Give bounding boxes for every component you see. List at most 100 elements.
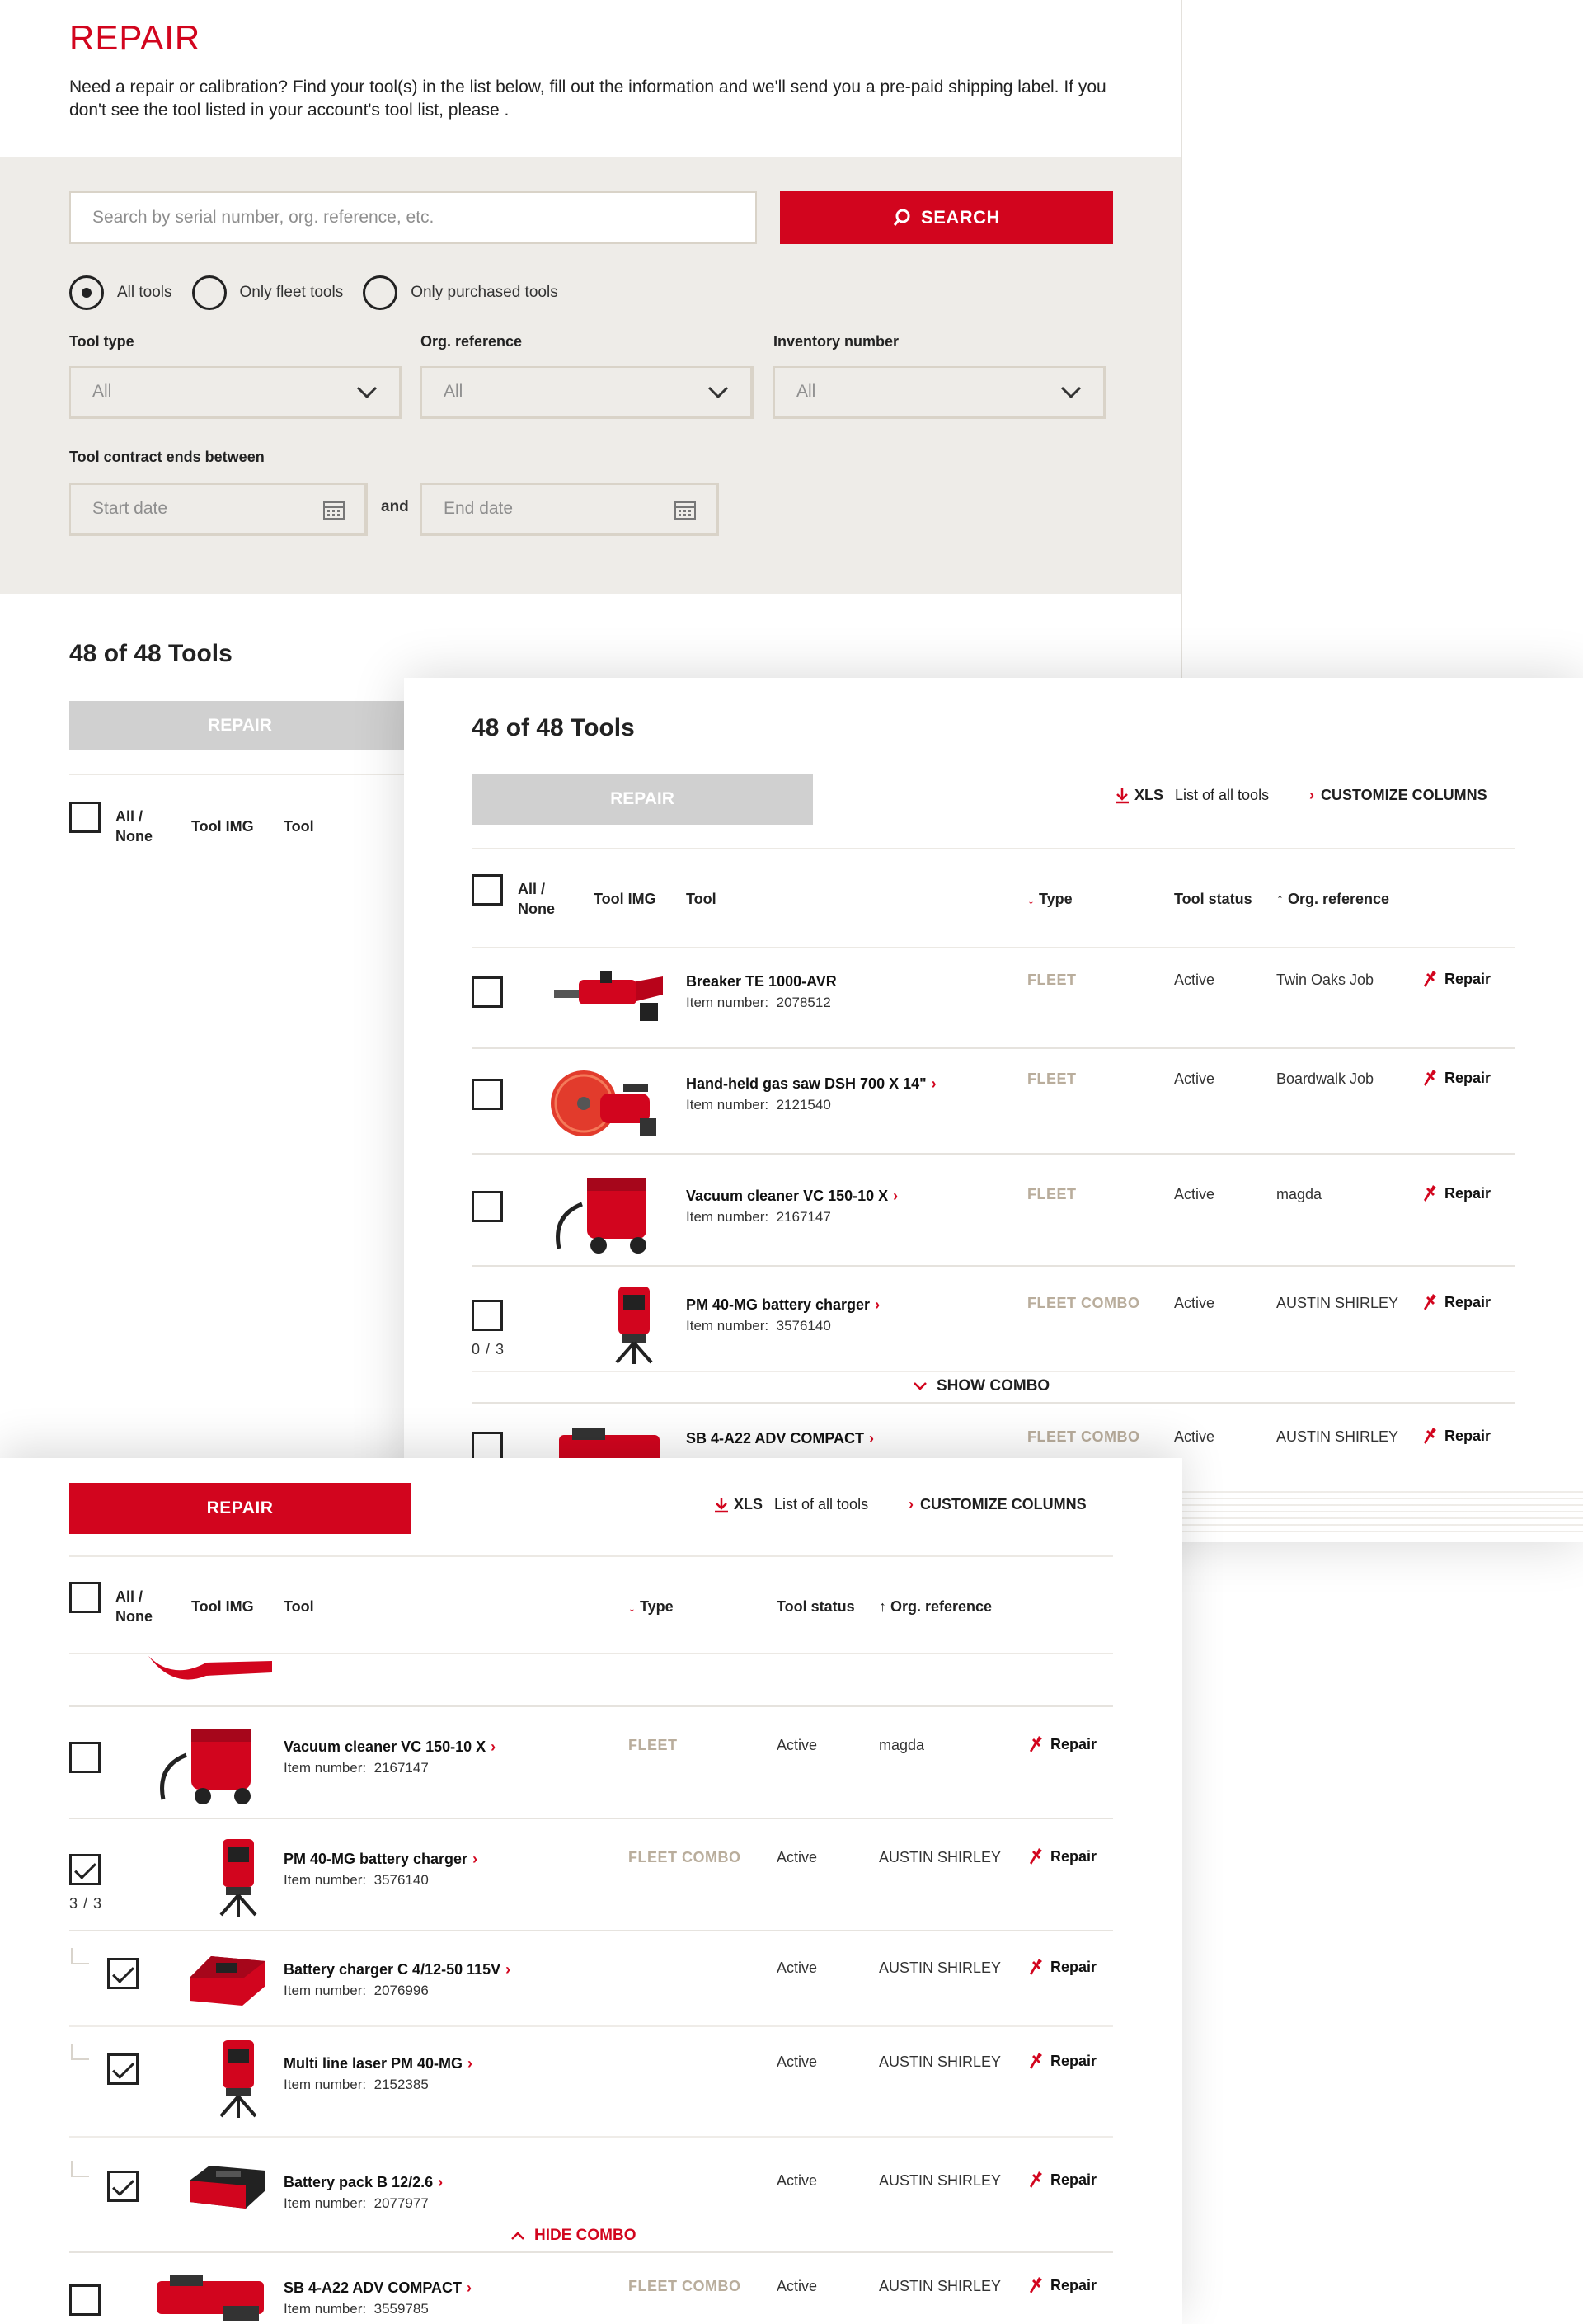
- type-header[interactable]: ↓ Type: [1027, 889, 1073, 909]
- select-all-checkbox[interactable]: [69, 1582, 101, 1613]
- end-date-input[interactable]: End date: [420, 483, 719, 536]
- radio-label: Only purchased tools: [411, 284, 558, 301]
- repair-link[interactable]: Repair: [1423, 1427, 1491, 1445]
- repair-link[interactable]: Repair: [1029, 1958, 1097, 1976]
- laser-image: [615, 1287, 653, 1364]
- repair-button-disabled[interactable]: REPAIR: [69, 701, 411, 750]
- tool-name-link[interactable]: Hand-held gas saw DSH 700 X 14" ›: [686, 1075, 937, 1093]
- repair-button[interactable]: REPAIR: [69, 1483, 411, 1534]
- search-button[interactable]: SEARCH: [780, 191, 1113, 244]
- tool-name[interactable]: Breaker TE 1000-AVR: [686, 973, 837, 990]
- divider: [69, 1653, 1113, 1654]
- tool-name-link[interactable]: Vacuum cleaner VC 150-10 X ›: [686, 1188, 898, 1205]
- customize-columns-link[interactable]: › CUSTOMIZE COLUMNS: [1309, 787, 1487, 804]
- radio-all-tools[interactable]: All tools: [69, 275, 172, 310]
- tool-name-link[interactable]: Multi line laser PM 40-MG ›: [284, 2055, 472, 2072]
- search-icon: [893, 209, 910, 226]
- divider: [69, 1555, 1113, 1557]
- radio-selected-icon: [69, 275, 104, 310]
- tool-status: Active: [1174, 1070, 1215, 1087]
- repair-link[interactable]: Repair: [1423, 1184, 1491, 1202]
- repair-button-disabled[interactable]: REPAIR: [472, 774, 813, 825]
- all-none-header: All / None: [115, 808, 153, 844]
- list-all-label: List of all tools: [1175, 787, 1270, 803]
- item-number: Item number: 3576140: [284, 1872, 429, 1888]
- org-reference-header[interactable]: ↑ Org. reference: [1276, 889, 1389, 909]
- type-header[interactable]: ↓ Type: [628, 1597, 674, 1616]
- repair-link[interactable]: Repair: [1423, 1293, 1491, 1311]
- results-count: 48 of 48 Tools: [472, 714, 635, 741]
- sort-up-icon: ↑: [879, 1598, 886, 1615]
- tool-status-header[interactable]: Tool status: [1174, 889, 1252, 909]
- repair-link[interactable]: Repair: [1423, 1069, 1491, 1087]
- repair-link[interactable]: Repair: [1029, 1735, 1097, 1753]
- show-combo-toggle[interactable]: SHOW COMBO: [914, 1377, 1050, 1395]
- wrench-icon: [1030, 2277, 1042, 2293]
- tool-status-header[interactable]: Tool status: [777, 1597, 855, 1616]
- vacuum-cleaner-image: [160, 1729, 251, 1804]
- start-date-placeholder: Start date: [92, 499, 168, 518]
- repair-link[interactable]: Repair: [1029, 2052, 1097, 2070]
- radio-fleet-tools[interactable]: Only fleet tools: [191, 275, 343, 310]
- wrench-icon: [1030, 1848, 1042, 1865]
- row-checkbox-checked[interactable]: [107, 2053, 139, 2085]
- start-date-input[interactable]: Start date: [69, 483, 368, 536]
- inventory-number-select[interactable]: All: [773, 366, 1106, 419]
- laser-image: [219, 1839, 257, 1917]
- repair-link[interactable]: Repair: [1029, 2171, 1097, 2189]
- item-number: Item number: 2077977: [284, 2195, 429, 2211]
- row-checkbox-checked[interactable]: [69, 1854, 101, 1885]
- radio-icon: [191, 275, 227, 310]
- customize-label: CUSTOMIZE COLUMNS: [1321, 787, 1487, 803]
- xls-download-link[interactable]: XLS List of all tools: [714, 1496, 868, 1513]
- table-row: Hand-held gas saw DSH 700 X 14" › Item nu…: [404, 1049, 1583, 1155]
- item-number: Item number: 2152385: [284, 2077, 429, 2092]
- radio-icon: [363, 275, 398, 310]
- org-reference-header[interactable]: ↑ Org. reference: [879, 1597, 992, 1616]
- search-input[interactable]: [69, 191, 757, 244]
- sort-up-icon: ↑: [1276, 891, 1284, 907]
- row-checkbox-checked[interactable]: [107, 2171, 139, 2202]
- radio-purchased-tools[interactable]: Only purchased tools: [363, 275, 558, 310]
- table-row: Breaker TE 1000-AVR Item number: 2078512…: [404, 947, 1583, 1049]
- results-count: 48 of 48 Tools: [69, 640, 233, 667]
- tool-name-link[interactable]: PM 40-MG battery charger ›: [686, 1296, 880, 1314]
- wrench-icon: [1424, 971, 1436, 987]
- repair-link[interactable]: Repair: [1029, 1847, 1097, 1865]
- row-checkbox[interactable]: [472, 1079, 503, 1110]
- tool-type-select[interactable]: All: [69, 366, 402, 419]
- row-checkbox[interactable]: [472, 1300, 503, 1331]
- select-all-checkbox[interactable]: [472, 874, 503, 906]
- row-checkbox[interactable]: [69, 1742, 101, 1773]
- select-all-checkbox[interactable]: [69, 802, 101, 833]
- row-checkbox[interactable]: [472, 976, 503, 1008]
- row-checkbox-checked[interactable]: [107, 1958, 139, 1989]
- hide-combo-toggle[interactable]: HIDE COMBO: [511, 2227, 636, 2245]
- table-row: SB 4-A22 ADV COMPACT › Item number: 35597…: [0, 2253, 1182, 2324]
- tool-name-link[interactable]: Battery pack B 12/2.6 ›: [284, 2174, 443, 2191]
- xls-download-link[interactable]: XLS List of all tools: [1115, 787, 1269, 804]
- org-reference: AUSTIN SHIRLEY: [879, 1849, 1002, 1865]
- tool-name-link[interactable]: Vacuum cleaner VC 150-10 X ›: [284, 1738, 496, 1756]
- repair-button-label: REPAIR: [610, 789, 674, 808]
- row-checkbox[interactable]: [472, 1191, 503, 1222]
- repair-link[interactable]: Repair: [1029, 2276, 1097, 2294]
- org-reference-select[interactable]: All: [420, 366, 754, 419]
- tool-name-link[interactable]: SB 4-A22 ADV COMPACT ›: [686, 1430, 874, 1447]
- org-reference-label: Org. reference: [420, 333, 523, 350]
- customize-columns-link[interactable]: › CUSTOMIZE COLUMNS: [909, 1496, 1087, 1513]
- tool-name-link[interactable]: SB 4-A22 ADV COMPACT ›: [284, 2279, 472, 2297]
- table-row-combo: 0 / 3 PM 40-MG battery charger › Item num…: [404, 1267, 1583, 1407]
- org-reference: Boardwalk Job: [1276, 1070, 1374, 1087]
- org-reference: AUSTIN SHIRLEY: [1276, 1428, 1399, 1445]
- org-reference: Twin Oaks Job: [1276, 971, 1374, 988]
- all-none-header: All / None: [518, 881, 555, 917]
- wrench-icon: [1424, 1428, 1436, 1444]
- item-number: Item number: 2167147: [686, 1209, 831, 1225]
- vacuum-cleaner-image: [556, 1178, 646, 1254]
- tool-name-link[interactable]: PM 40-MG battery charger ›: [284, 1851, 477, 1868]
- repair-link[interactable]: Repair: [1423, 970, 1491, 988]
- tool-type-label: Tool type: [69, 333, 134, 350]
- row-checkbox[interactable]: [69, 2284, 101, 2316]
- tool-name-link[interactable]: Battery charger C 4/12-50 115V ›: [284, 1961, 510, 1978]
